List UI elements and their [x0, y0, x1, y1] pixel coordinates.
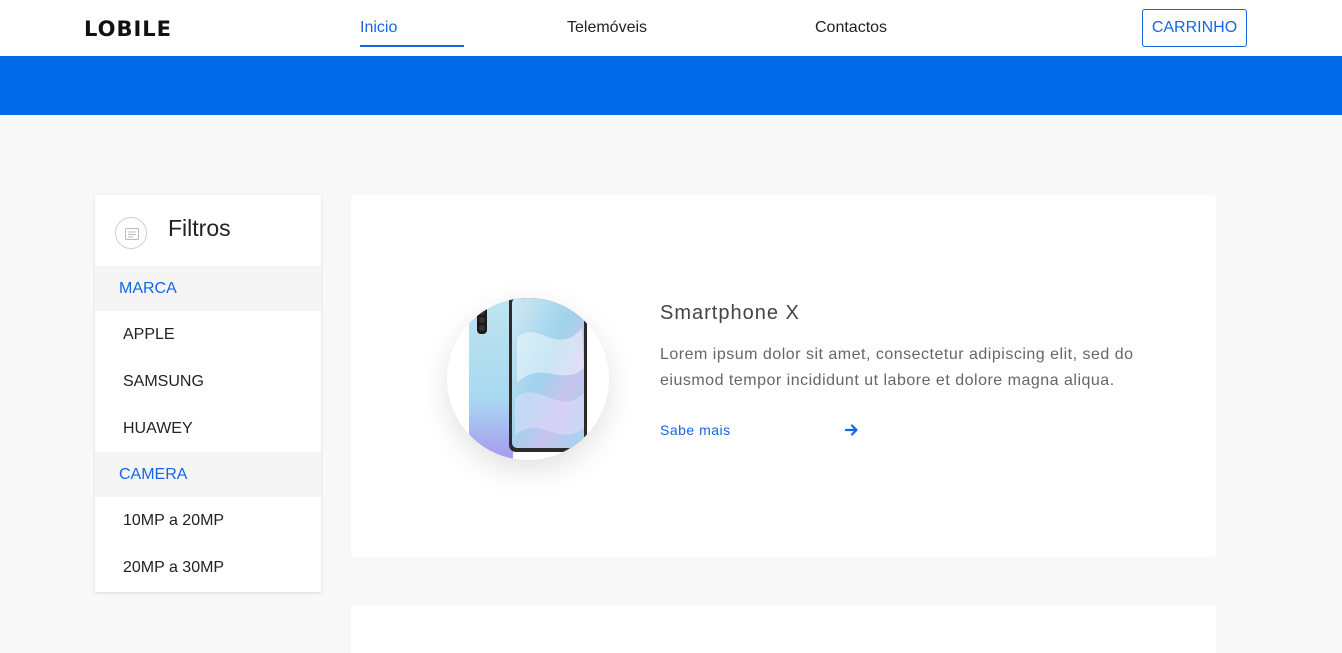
filters-panel: Filtros MARCA APPLE SAMSUNG HUAWEY CAMER… — [95, 195, 321, 592]
arrow-right-icon[interactable] — [844, 423, 859, 442]
filters-header: Filtros — [95, 195, 321, 265]
filters-title: Filtros — [168, 215, 231, 241]
filter-group-camera: CAMERA — [95, 452, 321, 497]
nav-link-telemoveis[interactable]: Telemóveis — [567, 0, 647, 48]
filter-option-20-30mp[interactable]: 20MP a 30MP — [123, 558, 224, 578]
product-description: Lorem ipsum dolor sit amet, consectetur … — [660, 346, 1134, 389]
nav-link-contactos[interactable]: Contactos — [815, 0, 887, 48]
product-card: Smartphone X Lorem ipsum dolor sit amet,… — [351, 195, 1216, 557]
filter-option-10-20mp[interactable]: 10MP a 20MP — [123, 511, 224, 531]
filter-group-marca: MARCA — [95, 266, 321, 311]
product-title: Smartphone X — [660, 302, 800, 324]
filter-option-samsung[interactable]: SAMSUNG — [123, 372, 204, 392]
product-card-2 — [351, 605, 1216, 653]
filter-option-apple[interactable]: APPLE — [123, 325, 175, 345]
filter-icon — [115, 217, 147, 249]
hero-banner — [0, 56, 1342, 115]
filter-option-huawey[interactable]: HUAWEY — [123, 419, 193, 439]
smartphone-image — [447, 298, 609, 460]
nav-link-inicio[interactable]: Inicio — [360, 0, 397, 48]
learn-more-link[interactable]: Sabe mais — [660, 422, 731, 438]
cart-button[interactable]: CARRINHO — [1142, 9, 1247, 47]
top-navigation-bar: LOBILE Inicio Telemóveis Contactos CARRI… — [0, 0, 1342, 56]
brand-logo[interactable]: LOBILE — [84, 17, 172, 41]
active-nav-indicator — [360, 45, 464, 47]
